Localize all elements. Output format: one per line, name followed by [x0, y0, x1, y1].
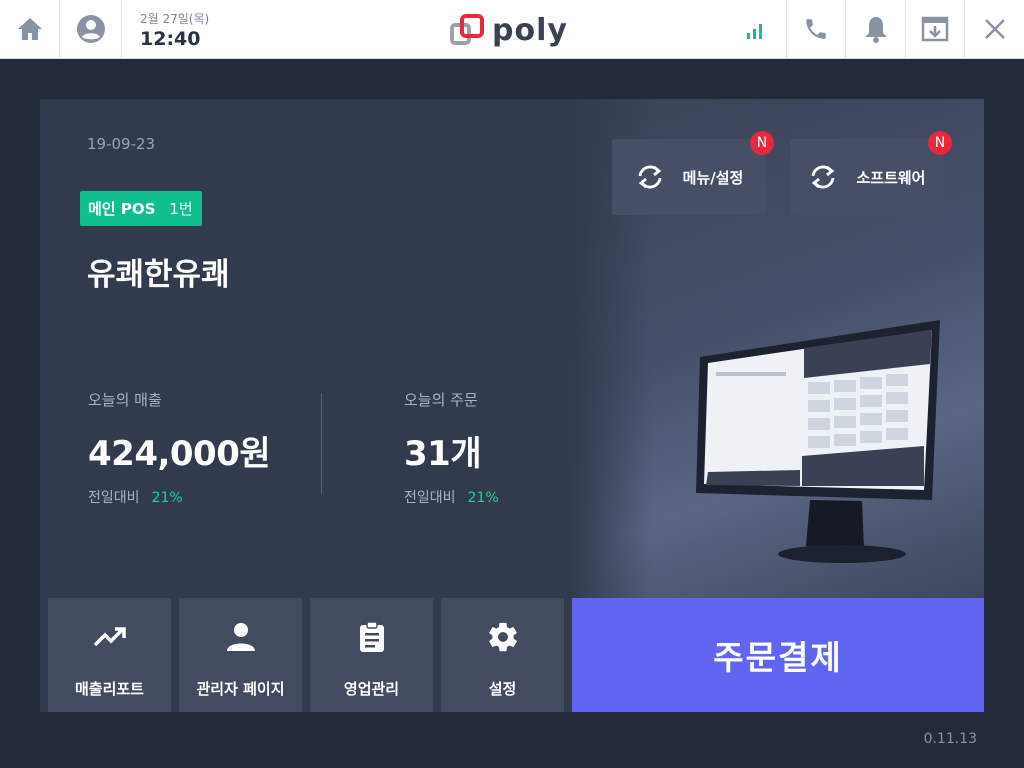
stat-divider — [321, 393, 322, 494]
orders-label: 오늘의 주문 — [404, 391, 478, 409]
settings-button[interactable]: 설정 — [441, 598, 564, 712]
sync-icon — [638, 165, 662, 189]
current-date: 2월 27일(목) — [140, 12, 210, 26]
sales-report-label: 매출리포트 — [74, 680, 144, 698]
notifications-button[interactable] — [845, 0, 905, 58]
poly-logo-icon — [450, 14, 484, 45]
new-badge: N — [750, 131, 774, 155]
orders-compare: 전일대비 21% — [404, 487, 499, 507]
home-button[interactable] — [0, 0, 60, 58]
sync-icon — [812, 165, 835, 189]
orders-value: 31개 — [404, 434, 482, 474]
sync-software-label: 소프트웨어 — [856, 168, 926, 187]
pos-badge-label: 메인 POS — [88, 200, 156, 218]
trending-up-icon — [93, 627, 126, 647]
phone-icon — [806, 19, 826, 39]
gear-icon — [488, 622, 517, 652]
app-version: 0.11.13 — [923, 731, 977, 747]
admin-page-button[interactable]: 관리자 페이지 — [179, 598, 302, 712]
clipboard-icon — [359, 621, 384, 652]
download-button[interactable] — [905, 0, 964, 58]
sales-label: 오늘의 매출 — [88, 391, 162, 409]
pos-badge-number: 1번 — [169, 200, 193, 218]
sales-compare-label: 전일대비 — [88, 490, 140, 506]
phone-button[interactable] — [786, 0, 845, 58]
bell-icon — [865, 17, 886, 43]
business-date: 19-09-23 — [87, 135, 156, 153]
sales-report-button[interactable]: 매출리포트 — [48, 598, 171, 712]
store-name: 유쾌한유쾌 — [87, 257, 230, 293]
close-icon — [984, 19, 1005, 39]
sync-software-button[interactable]: 소프트웨어 N — [790, 131, 952, 215]
account-circle-icon — [76, 15, 105, 43]
settings-label: 설정 — [488, 680, 517, 698]
account-button[interactable] — [60, 0, 122, 58]
business-management-button[interactable]: 영업관리 — [310, 598, 433, 712]
sync-menu-settings-button[interactable]: 메뉴/설정 N — [612, 131, 774, 215]
person-icon — [226, 623, 255, 651]
close-button[interactable] — [964, 0, 1024, 58]
orders-compare-value: 21% — [467, 490, 499, 506]
pos-badge: 메인 POS 1번 — [80, 191, 202, 226]
current-time: 12:40 — [140, 28, 201, 50]
admin-page-label: 관리자 페이지 — [196, 680, 285, 698]
order-payment-label: 주문결제 — [713, 638, 843, 677]
order-payment-button[interactable]: 주문결제 — [572, 598, 984, 712]
brand-name: poly — [492, 12, 568, 48]
home-icon — [17, 18, 42, 40]
brand-logo: poly — [450, 12, 568, 48]
business-management-label: 영업관리 — [343, 680, 400, 698]
sales-compare-value: 21% — [151, 490, 183, 506]
new-badge: N — [928, 131, 952, 155]
sales-compare: 전일대비 21% — [88, 487, 270, 507]
today-orders: 오늘의 주문 31개 전일대비 21% — [404, 389, 499, 507]
today-sales: 오늘의 매출 424,000원 전일대비 21% — [88, 389, 271, 507]
sales-value: 424,000원 — [88, 434, 271, 474]
download-box-icon — [921, 16, 949, 42]
signal-strength-icon — [747, 24, 762, 39]
sync-menu-settings-label: 메뉴/설정 — [682, 168, 744, 187]
orders-compare-label: 전일대비 — [404, 490, 456, 506]
pos-monitor-illustration — [696, 320, 940, 563]
dashboard-panel: 19-09-23 메인 POS 1번 유쾌한유쾌 오늘의 매출 424,000원… — [40, 99, 984, 712]
top-bar: 2월 27일(목) 12:40 poly — [0, 0, 1024, 59]
